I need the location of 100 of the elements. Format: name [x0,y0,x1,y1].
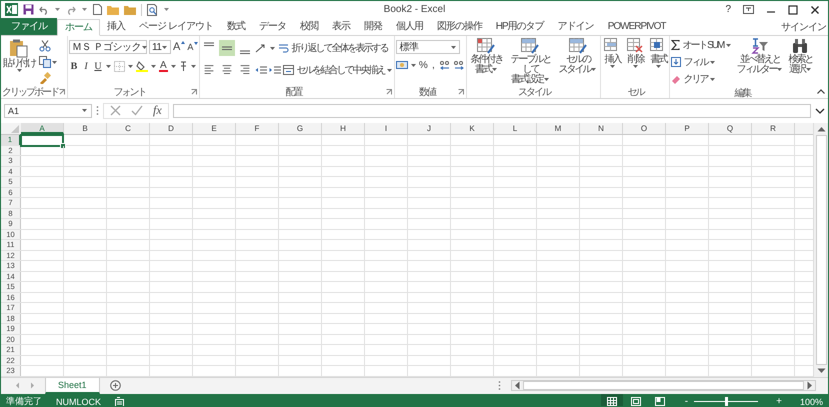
align-middle-icon[interactable] [219,40,236,56]
orientation-icon[interactable] [255,42,268,54]
zoom-out-button[interactable]: - [684,396,688,406]
dialog-launcher-icon[interactable] [458,89,464,95]
ribbon-tab[interactable]: 開発 [356,19,389,35]
column-header[interactable]: D [150,123,193,134]
scroll-down-icon[interactable] [816,368,826,374]
font-name-field[interactable]: ＭＳ Ｐゴシック [69,40,147,54]
copy-icon[interactable] [39,56,51,68]
format-as-table-button[interactable]: テーブルとして 書式設定 [507,38,554,85]
caret-icon[interactable] [16,69,22,72]
column-header[interactable]: J [408,123,451,134]
dialog-launcher-icon[interactable] [386,89,392,95]
ribbon-tab[interactable]: HP用のタブ [488,19,551,35]
shrink-font-button[interactable]: A [187,42,198,52]
column-header[interactable]: F [236,123,279,134]
scroll-up-icon[interactable] [816,126,826,132]
ribbon-tab[interactable]: 数式 [220,19,252,35]
fill-button[interactable]: フィル [671,55,716,69]
grip-icon[interactable] [96,106,99,115]
new-file-icon[interactable] [93,4,102,15]
caret-icon[interactable] [710,78,716,80]
caret-icon[interactable] [591,68,596,71]
ribbon-tab[interactable]: 個人用 [388,19,430,35]
macro-record-icon[interactable] [115,396,126,406]
font-size-field[interactable]: 11 [149,40,171,54]
percent-button[interactable]: % [419,60,428,71]
caret-icon[interactable] [544,78,549,81]
name-box[interactable]: A1 [4,104,92,118]
collapse-ribbon-icon[interactable] [817,89,825,94]
cell-styles-button[interactable]: セルの スタイル [556,38,600,75]
save-icon[interactable] [23,4,34,15]
column-header[interactable]: M [537,123,580,134]
caret-icon[interactable] [726,44,732,46]
horizontal-scrollbar[interactable] [511,380,816,391]
maximize-icon[interactable] [788,4,798,14]
scissors-icon[interactable] [39,40,51,52]
find-select-button[interactable]: 検索と 選択 [787,38,814,75]
phonetic-icon[interactable] [178,60,188,72]
caret-icon[interactable] [270,46,276,50]
increase-decimal-icon[interactable] [439,60,452,71]
ribbon-tab[interactable]: POWERPIVOT [600,19,672,35]
caret-icon[interactable] [492,68,497,71]
delete-cells-button[interactable]: 削除 [625,38,646,68]
currency-icon[interactable] [396,60,408,71]
selected-cell[interactable] [20,134,64,146]
caret-icon[interactable] [162,46,168,48]
ribbon-tab[interactable]: 図形の操作 [430,19,489,35]
caret-icon[interactable] [142,46,147,48]
caret-icon[interactable] [52,60,57,64]
bold-button[interactable]: B [69,60,79,72]
caret-icon[interactable] [387,68,392,72]
column-header[interactable]: Q [709,123,752,134]
caret-icon[interactable] [632,65,638,68]
merge-center-button[interactable]: セルを結合して中央揃え [283,63,394,77]
caret-icon[interactable] [777,68,782,71]
column-header[interactable]: N [580,123,623,134]
sort-filter-button[interactable]: 並べ替えと フィルター [735,38,784,75]
ribbon-tab[interactable]: 表示 [324,19,357,35]
caret-icon[interactable] [164,8,169,11]
grip-icon[interactable] [498,381,501,390]
borders-icon[interactable] [114,60,125,72]
normal-view-icon[interactable] [600,394,623,406]
wrap-text-button[interactable]: 折り返して全体を表示する [278,41,388,55]
scroll-left-icon[interactable] [514,381,520,390]
zoom-slider-thumb[interactable] [724,397,728,406]
caret-icon[interactable] [411,64,416,67]
caret-icon[interactable] [710,60,716,64]
conditional-formatting-button[interactable]: 条件付き 書式 [468,38,504,75]
increase-indent-icon[interactable] [269,65,282,75]
italic-button[interactable]: I [81,60,91,72]
caret-icon[interactable] [806,68,811,71]
dialog-launcher-icon[interactable] [191,89,198,95]
column-header[interactable]: B [64,123,107,134]
ribbon-tab[interactable]: ホーム [57,19,100,36]
clear-button[interactable]: クリア [671,72,716,86]
grow-font-button[interactable]: A [173,41,186,53]
scroll-right-icon[interactable] [807,381,813,390]
format-painter-icon[interactable] [39,72,51,84]
column-header[interactable]: H [322,123,365,134]
column-header[interactable]: A [21,123,64,134]
caret-icon[interactable] [55,8,60,11]
autosum-button[interactable]: オート SUM [671,38,732,52]
decrease-decimal-icon[interactable] [453,60,466,71]
ribbon-display-options-icon[interactable] [743,5,754,14]
fill-color-icon[interactable] [136,60,148,72]
undo-icon[interactable] [39,4,49,14]
caret-icon[interactable] [82,8,87,11]
column-header[interactable]: K [451,123,494,134]
ribbon-tab[interactable]: 校閲 [292,19,325,35]
column-header[interactable]: P [666,123,709,134]
ribbon-tab[interactable]: アドイン [550,19,601,35]
check-icon[interactable] [131,105,143,116]
caret-icon[interactable] [610,65,615,68]
column-header[interactable]: C [107,123,150,134]
column-header[interactable]: I [365,123,408,134]
zoom-in-button[interactable]: + [776,396,782,406]
caret-icon[interactable] [170,64,176,68]
insert-cells-button[interactable]: 挿入 [602,38,622,68]
comma-button[interactable]: , [429,60,438,71]
